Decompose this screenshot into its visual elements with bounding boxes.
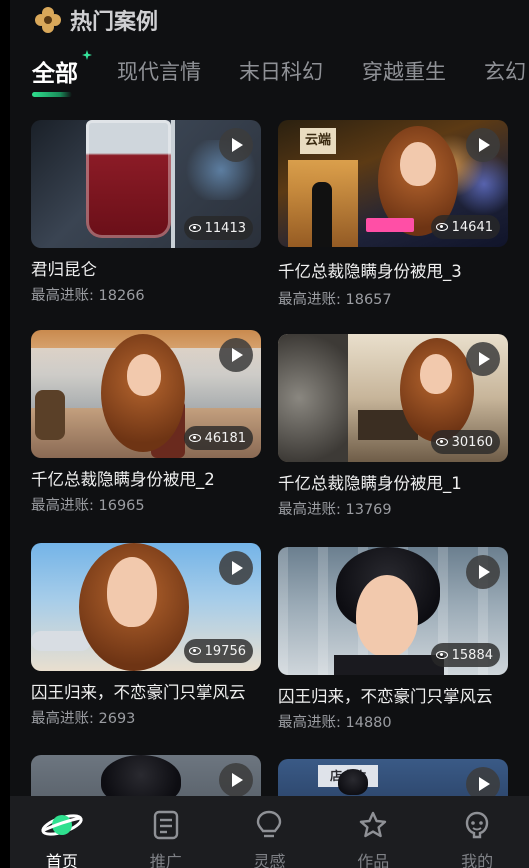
play-icon[interactable] [219, 551, 253, 585]
card-title: 囚王归来，不恋豪门只掌风云 [31, 683, 246, 702]
section-header: 热门案例 [34, 4, 158, 36]
document-icon [153, 810, 178, 840]
card-title: 千亿总裁隐瞒身份被甩_1 [278, 474, 462, 493]
card-income: 最高进账: 18266 [31, 288, 145, 304]
tab-modern-romance[interactable]: 现代言情 [117, 56, 201, 86]
flower-icon [34, 6, 62, 34]
video-thumbnail[interactable]: 19756 [31, 543, 261, 671]
view-count: 11413 [183, 216, 253, 240]
view-count: 30160 [430, 430, 500, 454]
eye-icon [435, 223, 448, 231]
tab-active-indicator [32, 92, 72, 97]
eye-icon [188, 434, 201, 442]
card-title: 君归昆仑 [31, 260, 97, 279]
category-tabs: 全部 现代言情 末日科幻 穿越重生 玄幻 [32, 50, 529, 102]
card-income: 最高进账: 16965 [31, 498, 145, 514]
nav-label: 灵感 [253, 852, 286, 868]
tab-all[interactable]: 全部 [32, 50, 92, 88]
play-icon[interactable] [219, 763, 253, 797]
tab-label: 全部 [32, 61, 78, 87]
tab-fantasy[interactable]: 玄幻 [484, 56, 526, 86]
card-title: 千亿总裁隐瞒身份被甩_2 [31, 470, 215, 489]
eye-icon [188, 647, 201, 655]
view-count: 15884 [430, 643, 500, 667]
card-income: 最高进账: 14880 [278, 715, 392, 731]
nav-home[interactable]: 首页 [10, 796, 114, 868]
eye-icon [188, 224, 201, 232]
card-title: 千亿总裁隐瞒身份被甩_3 [278, 262, 462, 281]
video-thumbnail[interactable]: 云端 14641 [278, 120, 508, 247]
star-icon [360, 811, 387, 838]
planet-icon [41, 814, 83, 836]
lightbulb-icon [257, 810, 282, 838]
view-count: 46181 [183, 426, 253, 450]
nav-profile[interactable]: 我的 [425, 796, 529, 868]
user-icon [465, 811, 489, 839]
video-thumbnail[interactable]: 30160 [278, 334, 508, 462]
video-thumbnail[interactable]: 15884 [278, 547, 508, 675]
nav-label: 推广 [149, 852, 182, 868]
left-edge [0, 0, 10, 868]
shop-sign: 云端 [300, 128, 336, 154]
card-income: 最高进账: 13769 [278, 502, 392, 518]
nav-promote[interactable]: 推广 [114, 796, 218, 868]
view-count: 14641 [430, 215, 500, 239]
play-icon[interactable] [219, 338, 253, 372]
section-title: 热门案例 [70, 10, 159, 35]
play-icon[interactable] [466, 555, 500, 589]
eye-icon [435, 651, 448, 659]
nav-label: 作品 [357, 852, 390, 868]
nav-inspiration[interactable]: 灵感 [218, 796, 322, 868]
play-icon[interactable] [219, 128, 253, 162]
app-screen: 热门案例 全部 现代言情 末日科幻 穿越重生 玄幻 11413 君归昆仑 最高进… [10, 0, 529, 868]
nav-label: 首页 [45, 852, 78, 868]
nav-label: 我的 [461, 852, 494, 868]
nav-works[interactable]: 作品 [321, 796, 425, 868]
play-icon[interactable] [466, 342, 500, 376]
card-income: 最高进账: 2693 [31, 711, 136, 727]
bottom-nav: 首页 推广 灵感 作品 我的 [10, 796, 529, 868]
sparkle-icon [82, 50, 92, 60]
eye-icon [435, 438, 448, 446]
tab-scifi[interactable]: 末日科幻 [239, 56, 323, 86]
video-thumbnail[interactable]: 46181 [31, 330, 261, 458]
card-income: 最高进账: 18657 [278, 292, 392, 308]
card-title: 囚王归来，不恋豪门只掌风云 [278, 687, 493, 706]
video-thumbnail[interactable]: 11413 [31, 120, 261, 248]
tab-rebirth[interactable]: 穿越重生 [362, 56, 446, 86]
play-icon[interactable] [466, 128, 500, 162]
view-count: 19756 [183, 639, 253, 663]
